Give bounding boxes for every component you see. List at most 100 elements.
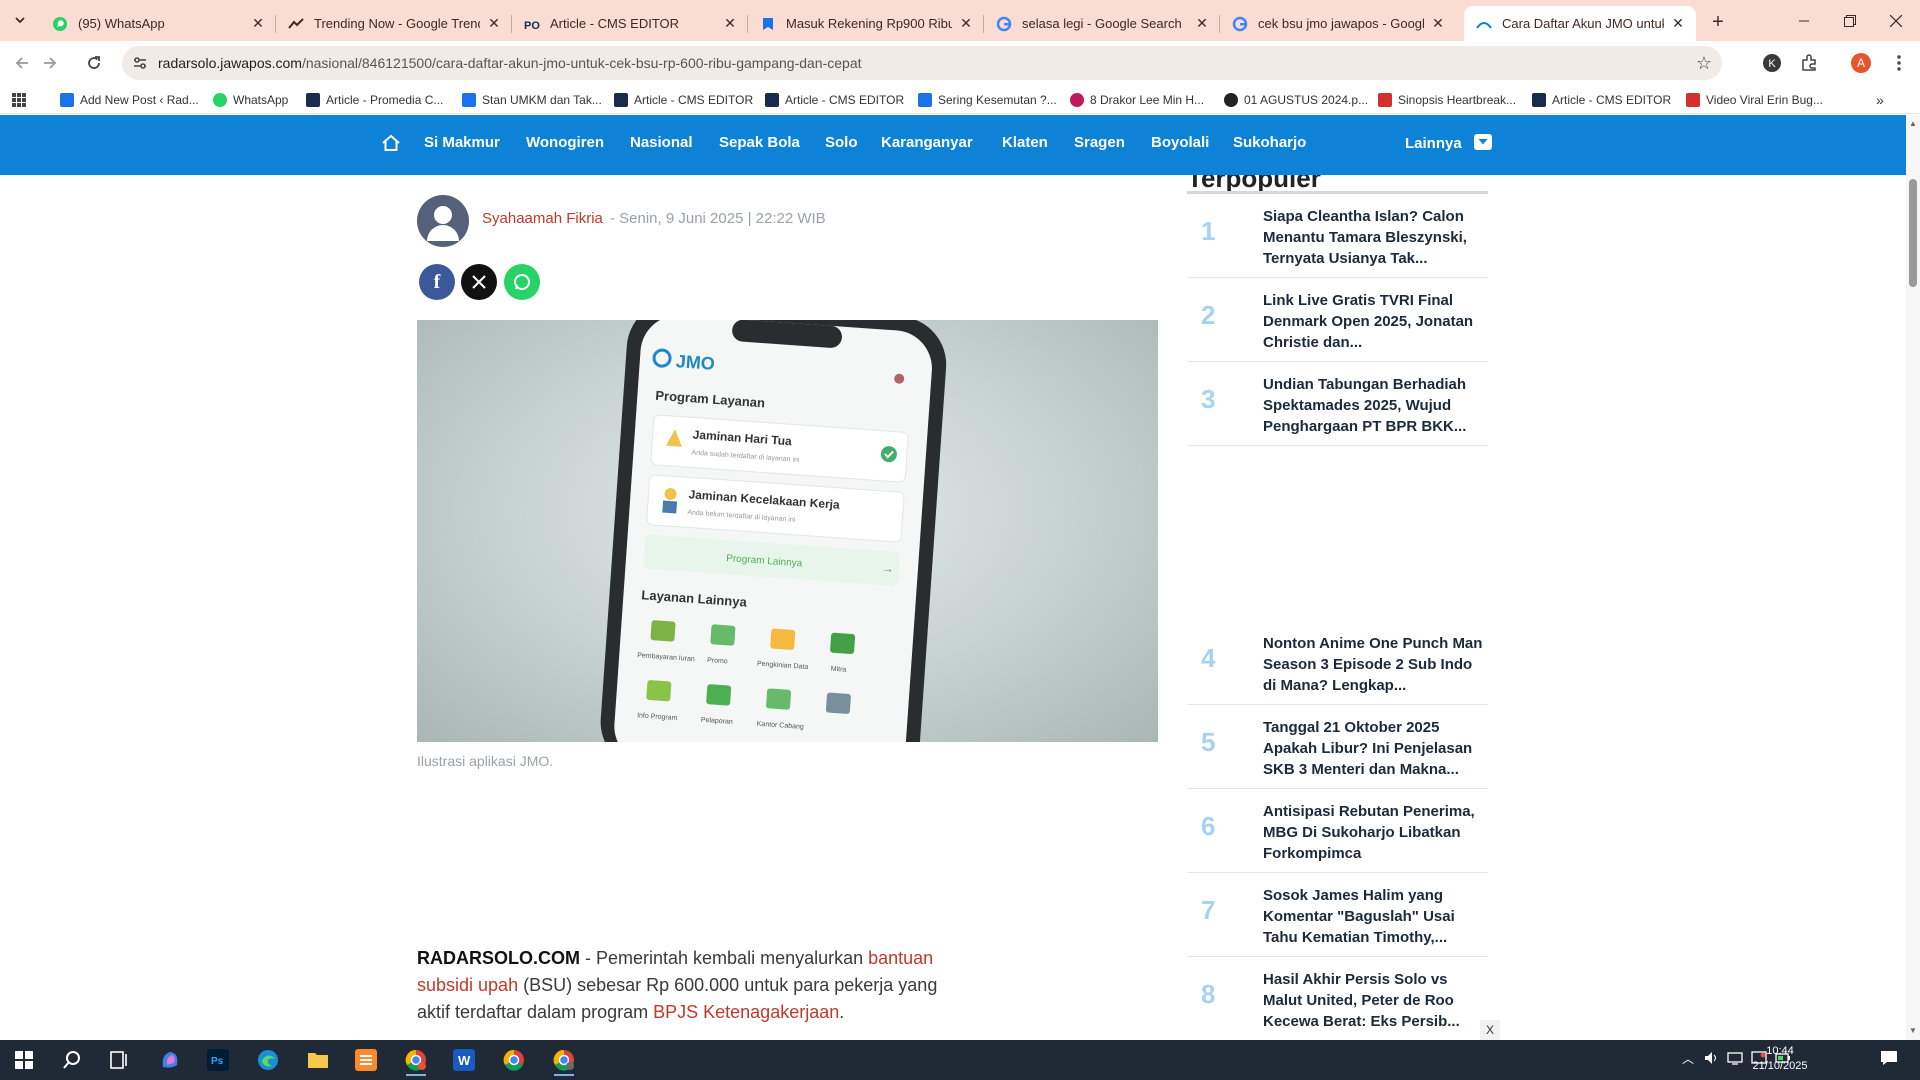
task-view-icon[interactable] [100, 1044, 140, 1076]
close-icon[interactable]: ✕ [1194, 15, 1210, 32]
address-bar[interactable]: radarsolo.jawapos.com/nasional/846121500… [122, 46, 1722, 80]
ad-close-button[interactable]: X [1480, 1020, 1500, 1040]
popular-title[interactable]: Link Live Gratis TVRI Final Denmark Open… [1263, 290, 1483, 353]
photoshop-icon[interactable]: Ps [198, 1044, 238, 1076]
nav-si-makmur[interactable]: Si Makmur [424, 134, 500, 151]
share-whatsapp-button[interactable] [504, 264, 540, 300]
popular-item[interactable]: 5 Tanggal 21 Oktober 2025 Apakah Libur? I… [1187, 705, 1488, 789]
tab-title: Article - CMS EDITOR [550, 16, 680, 31]
popular-title[interactable]: Tanggal 21 Oktober 2025 Apakah Libur? In… [1263, 717, 1483, 780]
popular-title[interactable]: Hasil Akhir Persis Solo vs Malut United,… [1263, 969, 1483, 1032]
bookmark-item[interactable]: Sinopsis Heartbreak... [1378, 90, 1516, 110]
tab-selasa-legi[interactable]: selasa legi - Google Search ✕ [984, 6, 1220, 41]
bookmark-item[interactable]: 01 AGUSTUS 2024.p... [1224, 90, 1368, 110]
home-icon[interactable] [381, 133, 401, 153]
popular-title[interactable]: Antisipasi Rebutan Penerima, MBG Di Suko… [1263, 801, 1483, 864]
browser-menu-icon[interactable] [1888, 52, 1910, 74]
bookmark-item[interactable]: Sering Kesemutan ?... [918, 90, 1057, 110]
word-icon[interactable]: W [444, 1044, 484, 1076]
popular-item[interactable]: 1 Siapa Cleantha Islan? Calon Menantu Tam… [1187, 194, 1488, 278]
nav-solo[interactable]: Solo [825, 134, 858, 151]
nav-boyolali[interactable]: Boyolali [1151, 134, 1209, 151]
cms-icon [765, 93, 779, 107]
author-name[interactable]: Syahaamah Fikria [482, 210, 603, 227]
bookmark-item[interactable]: WhatsApp [213, 90, 288, 110]
volume-icon[interactable] [1703, 1050, 1719, 1069]
tab-google-trends[interactable]: Trending Now - Google Trends ✕ [276, 6, 512, 41]
apps-grid-icon[interactable] [12, 90, 26, 110]
scroll-thumb[interactable] [1909, 179, 1917, 287]
copilot-icon[interactable] [150, 1044, 190, 1076]
tab-masuk-rekening[interactable]: Masuk Rekening Rp900 Ribu, B ✕ [748, 6, 984, 41]
bookmark-item[interactable]: Article - Promedia C... [306, 90, 443, 110]
notifications-icon[interactable] [1880, 1050, 1898, 1069]
popular-item[interactable]: 3 Undian Tabungan Berhadiah Spektamades 2… [1187, 362, 1488, 446]
nav-lainnya[interactable]: Lainnya [1405, 134, 1492, 152]
close-icon[interactable]: ✕ [722, 15, 738, 32]
edge-icon[interactable] [248, 1044, 288, 1076]
network-icon[interactable] [1727, 1050, 1743, 1069]
tray-overflow-icon[interactable]: ︿ [1682, 1050, 1694, 1067]
bookmark-item[interactable]: Article - CMS EDITOR [765, 90, 904, 110]
page-scrollbar[interactable]: ▲ ▼ [1906, 115, 1920, 1040]
taskbar-clock[interactable]: 10:44 21/10/2025 [1750, 1044, 1810, 1074]
tab-cms-editor[interactable]: PO Article - CMS EDITOR ✕ [512, 6, 748, 41]
close-icon[interactable]: ✕ [250, 15, 266, 32]
back-button[interactable] [8, 49, 36, 77]
scroll-down-arrow-icon[interactable]: ▼ [1906, 1026, 1920, 1036]
nav-karanganyar[interactable]: Karanganyar [881, 134, 973, 151]
chrome-alt-icon[interactable] [544, 1044, 584, 1076]
popular-title[interactable]: Sosok James Halim yang Komentar "Bagusla… [1263, 885, 1483, 948]
profile-avatar[interactable]: A [1850, 52, 1872, 74]
bookmark-item[interactable]: Video Viral Erin Bug... [1686, 90, 1823, 110]
share-x-button[interactable] [461, 264, 497, 300]
tab-whatsapp[interactable]: (95) WhatsApp ✕ [40, 6, 276, 41]
nav-sukoharjo[interactable]: Sukoharjo [1233, 134, 1306, 151]
popular-title[interactable]: Nonton Anime One Punch Man Season 3 Epis… [1263, 633, 1483, 696]
tab-search-button[interactable] [8, 8, 32, 32]
new-tab-button[interactable]: + [1704, 8, 1732, 36]
popular-title[interactable]: Siapa Cleantha Islan? Calon Menantu Tama… [1263, 206, 1483, 269]
popular-title[interactable]: Undian Tabungan Berhadiah Spektamades 20… [1263, 374, 1483, 437]
nav-nasional[interactable]: Nasional [630, 134, 693, 151]
nav-sepak-bola[interactable]: Sepak Bola [719, 134, 800, 151]
popular-item[interactable]: 7 Sosok James Halim yang Komentar "Bagusl… [1187, 873, 1488, 957]
close-icon[interactable]: ✕ [1430, 15, 1446, 32]
close-window-button[interactable] [1873, 0, 1919, 41]
bookmark-item[interactable]: Add New Post ‹ Rad... [60, 90, 199, 110]
nav-sragen[interactable]: Sragen [1074, 134, 1125, 151]
close-icon[interactable]: ✕ [958, 15, 974, 32]
share-facebook-button[interactable]: f [419, 264, 455, 300]
chrome-profile-icon[interactable] [396, 1044, 436, 1076]
nav-wonogiren[interactable]: Wonogiren [526, 134, 604, 151]
extensions-puzzle-icon[interactable] [1798, 52, 1820, 74]
close-icon[interactable]: ✕ [1670, 15, 1686, 32]
sublime-icon[interactable] [346, 1044, 386, 1076]
popular-item[interactable]: 8 Hasil Akhir Persis Solo vs Malut United… [1187, 957, 1488, 1040]
forward-button[interactable] [36, 49, 64, 77]
file-explorer-icon[interactable] [298, 1044, 338, 1076]
extension-k-icon[interactable]: K [1761, 52, 1783, 74]
bookmark-star-icon[interactable]: ☆ [1696, 53, 1712, 74]
tab-cara-daftar-jmo[interactable]: Cara Daftar Akun JMO untuk Ce ✕ [1464, 6, 1696, 41]
close-icon[interactable]: ✕ [486, 15, 502, 32]
popular-item[interactable]: 4 Nonton Anime One Punch Man Season 3 Epi… [1187, 621, 1488, 705]
bookmark-item[interactable]: Article - CMS EDITOR [1532, 90, 1671, 110]
bookmark-item[interactable]: Stan UMKM dan Tak... [462, 90, 602, 110]
scroll-up-arrow-icon[interactable]: ▲ [1906, 119, 1920, 129]
bookmark-item[interactable]: Article - CMS EDITOR [614, 90, 753, 110]
minimize-button[interactable] [1781, 0, 1827, 41]
reload-button[interactable] [80, 49, 108, 77]
popular-item[interactable]: 2 Link Live Gratis TVRI Final Denmark Ope… [1187, 278, 1488, 362]
popular-item[interactable]: 6 Antisipasi Rebutan Penerima, MBG Di Suk… [1187, 789, 1488, 873]
nav-klaten[interactable]: Klaten [1002, 134, 1048, 151]
author-avatar[interactable] [417, 195, 469, 247]
chrome-icon[interactable] [494, 1044, 534, 1076]
tab-cek-bsu[interactable]: cek bsu jmo jawapos - Google ✕ [1220, 6, 1456, 41]
link-bpjs-ketenagakerjaan[interactable]: BPJS Ketenagakerjaan [653, 1002, 839, 1022]
bookmark-item[interactable]: 8 Drakor Lee Min H... [1070, 90, 1204, 110]
restore-button[interactable] [1827, 0, 1873, 41]
start-icon[interactable] [4, 1044, 44, 1076]
search-icon[interactable] [52, 1044, 92, 1076]
bookmarks-overflow-icon[interactable]: » [1876, 90, 1884, 110]
